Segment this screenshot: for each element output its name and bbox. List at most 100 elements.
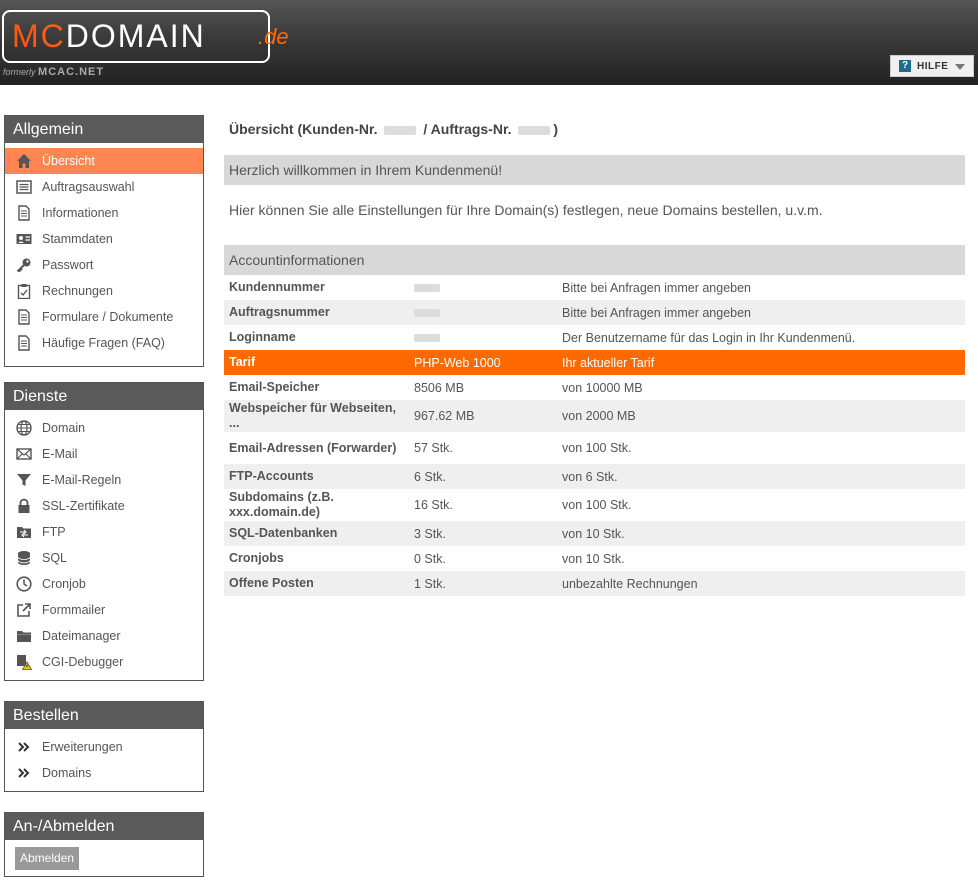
funnel-icon <box>17 474 31 486</box>
sidebar-item-informationen[interactable]: Informationen <box>5 200 203 226</box>
redacted-customer-number <box>384 125 417 135</box>
panel-abmelden: An-/Abmelden Abmelden <box>4 812 204 877</box>
table-row: Offene Posten 1 Stk. unbezahlte Rechnung… <box>224 571 965 596</box>
row-value: 0 Stk. <box>414 551 446 566</box>
sidebar-item-label: Domain <box>42 421 86 435</box>
logout-button[interactable]: Abmelden <box>15 847 80 870</box>
sidebar-item-label: Übersicht <box>42 154 95 168</box>
account-info-header: Accountinformationen <box>224 245 965 275</box>
sidebar-item-label: CGI-Debugger <box>42 655 124 669</box>
redacted-value <box>414 283 440 292</box>
account-info-table: Kundennummer Bitte bei Anfragen immer an… <box>224 275 965 596</box>
sidebar-item-label: Formulare / Dokumente <box>42 310 174 324</box>
sidebar-item-formmailer[interactable]: Formmailer <box>5 597 203 623</box>
table-row: Cronjobs 0 Stk. von 10 Stk. <box>224 546 965 571</box>
row-label: Cronjobs <box>229 551 284 565</box>
sidebar-item-rechnungen[interactable]: Rechnungen <box>5 278 203 304</box>
sidebar-item-domains[interactable]: Domains <box>5 760 203 786</box>
page-title-suffix: ) <box>553 121 559 137</box>
formerly-name: McAc.NET <box>38 66 105 78</box>
row-value: 16 Stk. <box>414 498 453 512</box>
row-label: Offene Posten <box>229 576 314 590</box>
row-note: unbezahlte Rechnungen <box>562 576 698 591</box>
sidebar-item-label: Dateimanager <box>42 629 121 643</box>
sidebar-item-auftragsauswahl[interactable]: Auftragsauswahl <box>5 174 203 200</box>
chevron-down-icon <box>955 64 965 70</box>
sidebar-item-dateimanager[interactable]: Dateimanager <box>5 623 203 649</box>
document-icon <box>18 309 30 325</box>
sidebar-item-email[interactable]: E-Mail <box>5 441 203 467</box>
sidebar-item-ftp[interactable]: FTP <box>5 519 203 545</box>
row-label: Auftragsnummer <box>229 305 330 319</box>
table-row-highlighted: Tarif PHP-Web 1000 Ihr aktueller Tarif <box>224 350 965 375</box>
formerly-prefix: formerly <box>3 67 36 77</box>
sidebar-item-domain[interactable]: Domain <box>5 415 203 441</box>
sidebar-item-label: Formmailer <box>42 603 106 617</box>
key-icon <box>16 258 31 273</box>
logo-tld: .de <box>258 24 289 49</box>
row-note: Bitte bei Anfragen immer angeben <box>562 280 752 295</box>
sidebar-item-stammdaten[interactable]: Stammdaten <box>5 226 203 252</box>
panel-title-bestellen: Bestellen <box>5 702 203 729</box>
help-label: HILFE <box>917 61 949 72</box>
row-value: 8506 MB <box>414 380 465 395</box>
sidebar-item-faq[interactable]: Häufige Fragen (FAQ) <box>5 330 203 356</box>
row-value: 967.62 MB <box>414 409 475 423</box>
row-note: von 100 Stk. <box>562 498 632 512</box>
warning-file-icon <box>17 655 32 670</box>
row-label: Email-Speicher <box>229 380 320 394</box>
sidebar-item-cronjob[interactable]: Cronjob <box>5 571 203 597</box>
row-label: Tarif <box>229 355 256 369</box>
help-dropdown[interactable]: ? HILFE <box>890 55 974 77</box>
sidebar-item-sql[interactable]: SQL <box>5 545 203 571</box>
home-icon <box>17 154 31 168</box>
sidebar-item-erweiterungen[interactable]: Erweiterungen <box>5 734 203 760</box>
globe-icon <box>16 420 32 436</box>
help-question-icon: ? <box>899 60 911 72</box>
row-value <box>414 325 554 350</box>
page-header: McDomain .de formerly McAc.NET ? HILFE <box>0 0 978 85</box>
row-note: Der Benutzername für das Login in Ihr Ku… <box>562 330 856 345</box>
sidebar-item-label: SSL-Zertifikate <box>42 499 125 513</box>
sidebar-item-label: Stammdaten <box>42 232 113 246</box>
row-value <box>414 275 554 300</box>
sidebar-item-label: Rechnungen <box>42 284 113 298</box>
sidebar-item-cgi-debugger[interactable]: CGI-Debugger <box>5 649 203 675</box>
redacted-value <box>414 308 440 317</box>
page-title-mid: / Auftrags-Nr. <box>423 121 512 137</box>
row-label: FTP-Accounts <box>229 469 314 483</box>
panel-allgemein: Allgemein Übersicht Auftragsauswahl Info… <box>4 115 204 367</box>
double-chevron-icon <box>18 768 30 778</box>
row-label: Email-Adressen (Forwarder) <box>229 440 397 455</box>
row-note: von 10 Stk. <box>562 526 625 541</box>
sidebar-item-passwort[interactable]: Passwort <box>5 252 203 278</box>
row-note: von 10000 MB <box>562 380 643 395</box>
row-value <box>414 300 554 325</box>
sidebar-item-label: E-Mail <box>42 447 78 461</box>
row-note: von 6 Stk. <box>562 469 618 484</box>
table-row: Subdomains (z.B. xxx.domain.de) 16 Stk. … <box>224 489 965 521</box>
sidebar-item-label: E-Mail-Regeln <box>42 473 122 487</box>
table-row: SQL-Datenbanken 3 Stk. von 10 Stk. <box>224 521 965 546</box>
sidebar-item-formulare[interactable]: Formulare / Dokumente <box>5 304 203 330</box>
row-label: SQL-Datenbanken <box>229 526 338 540</box>
row-label: Loginname <box>229 330 296 344</box>
sidebar-item-ssl[interactable]: SSL-Zertifikate <box>5 493 203 519</box>
sidebar-item-label: FTP <box>42 525 66 539</box>
folder-transfer-icon <box>17 527 31 538</box>
sidebar-item-email-regeln[interactable]: E-Mail-Regeln <box>5 467 203 493</box>
envelope-icon <box>16 448 32 460</box>
table-row: Loginname Der Benutzername für das Login… <box>224 325 965 350</box>
sidebar-item-label: Erweiterungen <box>42 740 123 754</box>
formerly-note: formerly McAc.NET <box>3 66 104 78</box>
sidebar-item-label: SQL <box>42 551 68 565</box>
sidebar-item-label: Häufige Fragen (FAQ) <box>42 336 165 350</box>
clock-icon <box>16 576 32 592</box>
row-label: Subdomains (z.B. xxx.domain.de) <box>229 490 334 519</box>
redacted-order-number <box>518 125 551 135</box>
logo[interactable]: McDomain .de <box>12 18 289 55</box>
row-value: 57 Stk. <box>414 441 453 455</box>
page-title: Übersicht (Kunden-Nr. / Auftrags-Nr. ) <box>229 121 558 137</box>
sidebar-item-uebersicht[interactable]: Übersicht <box>5 148 203 174</box>
id-card-icon <box>16 234 32 244</box>
